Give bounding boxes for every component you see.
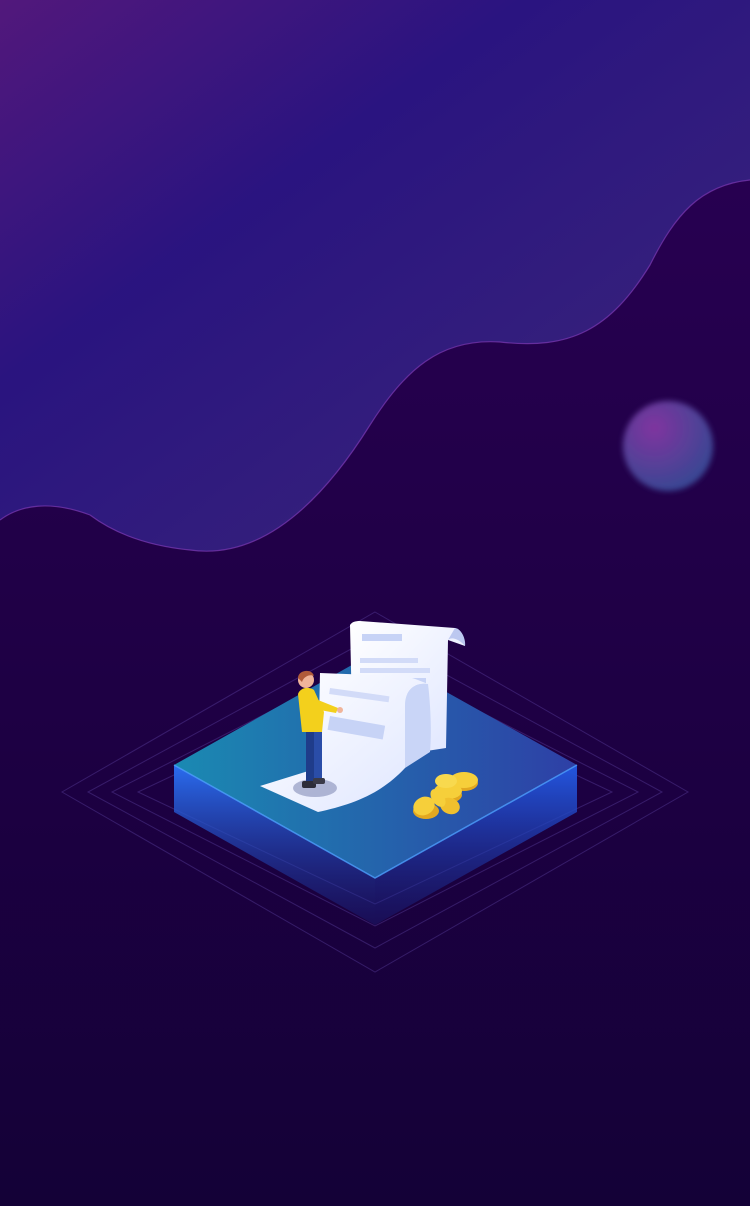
splash-illustration	[0, 0, 750, 1206]
glow-orb	[623, 401, 713, 491]
splash-screen	[0, 0, 750, 1206]
